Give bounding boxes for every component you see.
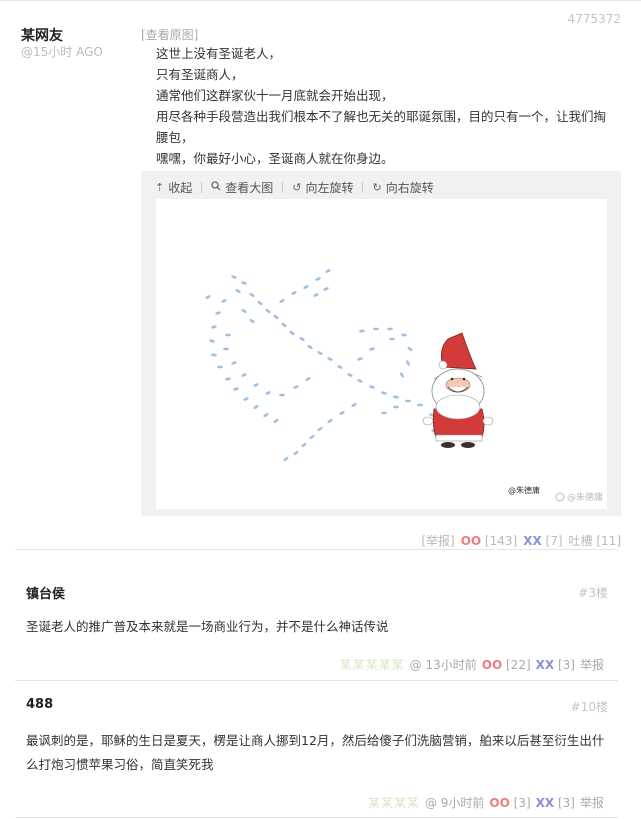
svg-text:@朱德庸: @朱德庸	[567, 491, 603, 503]
toolbar-separator	[201, 181, 203, 193]
report-button[interactable]: [举报]	[421, 532, 454, 549]
rotate-right-label: 向右旋转	[385, 180, 434, 195]
top-divider	[0, 0, 641, 1]
collapse-label: 收起	[168, 180, 193, 195]
oo-button[interactable]: OO [3]	[489, 796, 530, 810]
xx-button[interactable]: XX [3]	[536, 658, 575, 672]
post-line: 只有圣诞商人，	[156, 67, 244, 82]
comment-author: 镇台侯	[26, 587, 66, 602]
comment-text: 圣诞老人的推广普及本来就是一场商业行为，并不是什么神话传说	[26, 619, 389, 634]
view-large-label: 查看大图	[225, 180, 274, 195]
santa-illustration: @朱德庸 @朱德庸	[205, 269, 603, 503]
divider	[15, 817, 618, 818]
blurred-text: 某某某某某	[339, 658, 405, 672]
post-line: 嘿嘿，你最好小心，圣诞商人就在你身边。	[156, 151, 394, 166]
view-original-link[interactable]: [查看原图]	[141, 26, 198, 43]
toolbar-separator	[282, 181, 284, 193]
post-image[interactable]: @朱德庸 @朱德庸	[156, 199, 607, 509]
post-actions: [举报] OO [143] XX [7] 吐槽 [11]	[421, 532, 621, 549]
report-button[interactable]: 举报	[580, 656, 604, 673]
comment-floor[interactable]: #3楼	[578, 584, 608, 601]
oo-button[interactable]: OO [22]	[482, 658, 531, 672]
xx-count: [3]	[557, 657, 575, 672]
image-toolbar: ⇡ 收起 查看大图 ↺ 向左旋转 ↻ 向右旋转	[155, 178, 434, 196]
rotate-left-label: 向左旋转	[305, 180, 354, 195]
comment-floor[interactable]: #10楼	[571, 698, 608, 715]
view-large-button[interactable]: 查看大图	[211, 179, 273, 196]
oo-label: OO	[460, 533, 482, 548]
oo-label: OO	[489, 795, 510, 810]
post-content: 这世上没有圣诞老人， 只有圣诞商人， 通常他们这群家伙十一月底就会开始出现， 用…	[156, 43, 611, 169]
rotate-right-button[interactable]: ↻ 向右旋转	[372, 179, 433, 196]
oo-count: [22]	[506, 657, 531, 672]
divider	[15, 680, 618, 681]
post-author: 某网友	[21, 28, 63, 44]
report-button[interactable]: 举报	[580, 794, 604, 811]
oo-count: [143]	[484, 533, 518, 548]
comment-meta: 某某某某某 @ 13小时前 OO [22] XX [3] 举报	[340, 656, 604, 673]
arrow-up-icon: ⇡	[155, 180, 165, 194]
comment-text: 最讽刺的是，耶稣的生日是夏天，楞是让商人挪到12月，然后给傻子们洗脑营销，舶来以…	[26, 733, 605, 772]
divider	[15, 549, 618, 550]
blurred-text: 某某某某	[367, 796, 420, 810]
rotate-left-button[interactable]: ↺ 向左旋转	[292, 179, 353, 196]
post-time: @15小时 AGO	[21, 45, 103, 59]
xx-label: XX	[535, 657, 555, 672]
comment-time: @ 9小时前	[424, 796, 485, 810]
image-viewer: ⇡ 收起 查看大图 ↺ 向左旋转 ↻ 向右旋转 @朱德庸 @朱德庸	[141, 171, 621, 516]
post-line: 这世上没有圣诞老人，	[156, 46, 282, 61]
xx-count: [7]	[545, 533, 563, 548]
rotate-left-icon: ↺	[292, 180, 302, 194]
comment-meta: 某某某某 @ 9小时前 OO [3] XX [3] 举报	[368, 794, 604, 811]
collapse-button[interactable]: ⇡ 收起	[155, 179, 192, 196]
weibo-watermark: @朱德庸	[555, 491, 603, 503]
post-line: 用尽各种手段营造出我们根本不了解也无关的耶诞氛围，目的只有一个，让我们掏腰包，	[156, 109, 607, 145]
xx-label: XX	[535, 795, 555, 810]
post-line: 通常他们这群家伙十一月底就会开始出现，	[156, 88, 394, 103]
rotate-right-icon: ↻	[372, 180, 382, 194]
toolbar-separator	[362, 181, 364, 193]
artist-signature: @朱德庸	[508, 485, 540, 495]
comment-button[interactable]: 吐槽 [11]	[569, 532, 621, 549]
xx-button[interactable]: XX [7]	[523, 534, 562, 548]
comment-author: 488	[26, 697, 54, 712]
xx-count: [3]	[557, 795, 575, 810]
xx-button[interactable]: XX [3]	[536, 796, 575, 810]
post-id[interactable]: 4775372	[568, 12, 621, 26]
comment-time: @ 13小时前	[409, 658, 477, 672]
oo-count: [3]	[513, 795, 531, 810]
search-icon	[211, 180, 221, 194]
xx-label: XX	[523, 533, 542, 548]
oo-label: OO	[481, 657, 503, 672]
oo-button[interactable]: OO [143]	[461, 534, 518, 548]
